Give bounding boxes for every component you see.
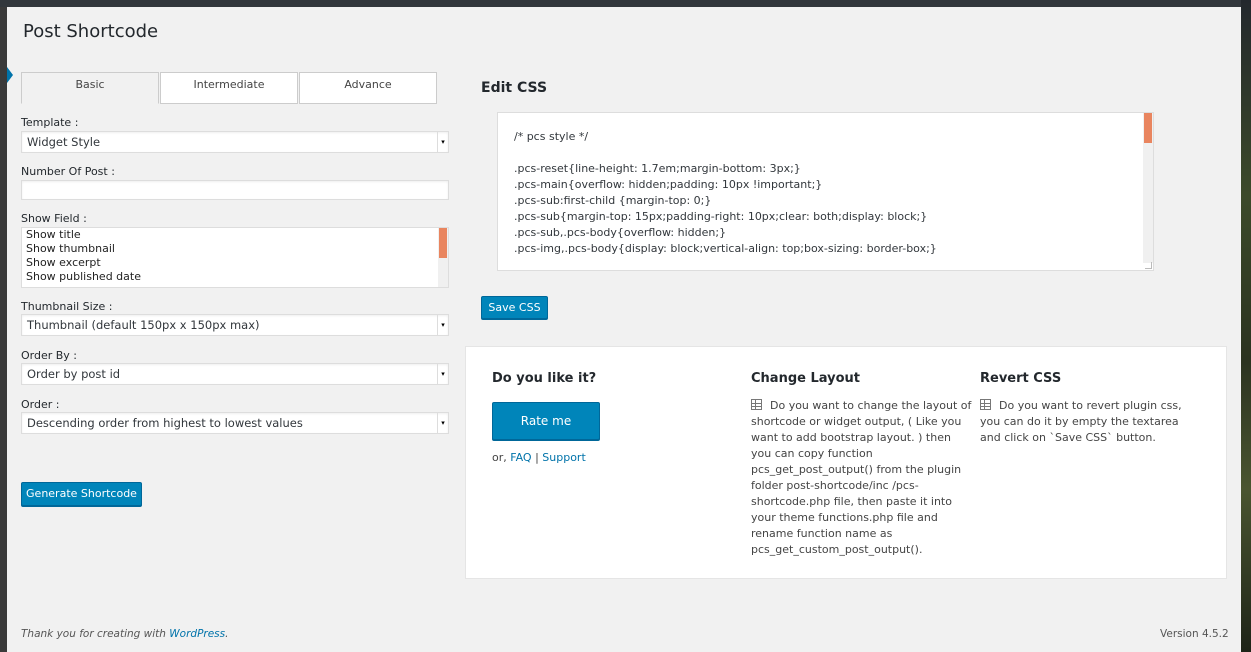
- list-item[interactable]: Show excerpt: [22, 256, 448, 270]
- resize-handle-icon[interactable]: [1145, 262, 1152, 269]
- tab-basic[interactable]: Basic: [21, 72, 159, 104]
- template-label: Template :: [21, 116, 79, 129]
- footer-thanks-suffix: .: [225, 628, 229, 640]
- dropdown-arrow-icon: ▾: [437, 315, 448, 335]
- change-layout-title: Change Layout: [751, 371, 861, 386]
- or-text: or,: [492, 451, 507, 464]
- order-value: Descending order from highest to lowest …: [27, 416, 303, 430]
- thumbnail-size-select[interactable]: Thumbnail (default 150px x 150px max) ▾: [21, 314, 449, 336]
- order-by-label: Order By :: [21, 349, 78, 362]
- thumbnail-size-label: Thumbnail Size :: [21, 300, 113, 313]
- list-item[interactable]: Show title: [22, 228, 448, 242]
- revert-css-title: Revert CSS: [980, 371, 1062, 386]
- page-title: Post Shortcode: [23, 21, 159, 42]
- background-strip: [1241, 0, 1251, 652]
- thumbnail-size-value: Thumbnail (default 150px x 150px max): [27, 318, 260, 332]
- show-field-multiselect[interactable]: Show title Show thumbnail Show excerpt S…: [21, 227, 449, 288]
- edit-css-title: Edit CSS: [481, 80, 548, 96]
- generate-shortcode-button[interactable]: Generate Shortcode: [21, 482, 142, 506]
- save-css-button[interactable]: Save CSS: [481, 296, 548, 319]
- top-bar: [0, 0, 1251, 7]
- dropdown-arrow-icon: ▾: [437, 364, 448, 384]
- footer-thanks-text: Thank you for creating with: [21, 628, 166, 640]
- dropdown-arrow-icon: ▾: [437, 413, 448, 433]
- tab-intermediate[interactable]: Intermediate: [160, 72, 298, 104]
- number-of-post-label: Number Of Post :: [21, 165, 115, 178]
- wordpress-link[interactable]: WordPress: [169, 628, 225, 640]
- scrollbar[interactable]: [438, 228, 448, 287]
- revert-css-text: Do you want to revert plugin css, you ca…: [980, 398, 1202, 446]
- css-textarea[interactable]: /* pcs style */ .pcs-reset{line-height: …: [497, 112, 1154, 271]
- template-value: Widget Style: [27, 135, 101, 149]
- order-label: Order :: [21, 398, 60, 411]
- help-links: or, FAQ | Support: [492, 451, 586, 464]
- main-panel: Post Shortcode Basic Intermediate Advanc…: [7, 7, 1241, 652]
- menu-pointer-icon: [7, 67, 13, 83]
- order-by-value: Order by post id: [27, 367, 121, 381]
- list-item[interactable]: Show published date: [22, 270, 448, 284]
- scrollbar[interactable]: [1143, 113, 1153, 263]
- support-link[interactable]: Support: [542, 451, 585, 464]
- revert-css-body: Do you want to revert plugin css, you ca…: [980, 399, 1182, 444]
- table-icon: [751, 399, 762, 410]
- rate-me-button[interactable]: Rate me: [492, 402, 600, 440]
- list-item[interactable]: Show thumbnail: [22, 242, 448, 256]
- link-separator: |: [535, 451, 539, 464]
- tab-advance[interactable]: Advance: [299, 72, 437, 104]
- css-code: /* pcs style */ .pcs-reset{line-height: …: [514, 130, 937, 255]
- scrollbar-thumb[interactable]: [1144, 113, 1152, 143]
- info-box: Do you like it? Rate me or, FAQ | Suppor…: [465, 346, 1227, 579]
- dropdown-arrow-icon: ▾: [437, 132, 448, 152]
- table-icon: [980, 399, 991, 410]
- order-select[interactable]: Descending order from highest to lowest …: [21, 412, 449, 434]
- template-select[interactable]: Widget Style ▾: [21, 131, 449, 153]
- number-of-post-input[interactable]: [21, 180, 449, 200]
- like-title: Do you like it?: [492, 371, 597, 386]
- show-field-label: Show Field :: [21, 212, 87, 225]
- scrollbar-thumb[interactable]: [439, 228, 447, 258]
- order-by-select[interactable]: Order by post id ▾: [21, 363, 449, 385]
- change-layout-text: Do you want to change the layout of shor…: [751, 398, 973, 558]
- faq-link[interactable]: FAQ: [510, 451, 531, 464]
- change-layout-body: Do you want to change the layout of shor…: [751, 399, 972, 556]
- footer-version: Version 4.5.2: [1160, 628, 1229, 640]
- footer-thanks: Thank you for creating with WordPress.: [21, 628, 228, 640]
